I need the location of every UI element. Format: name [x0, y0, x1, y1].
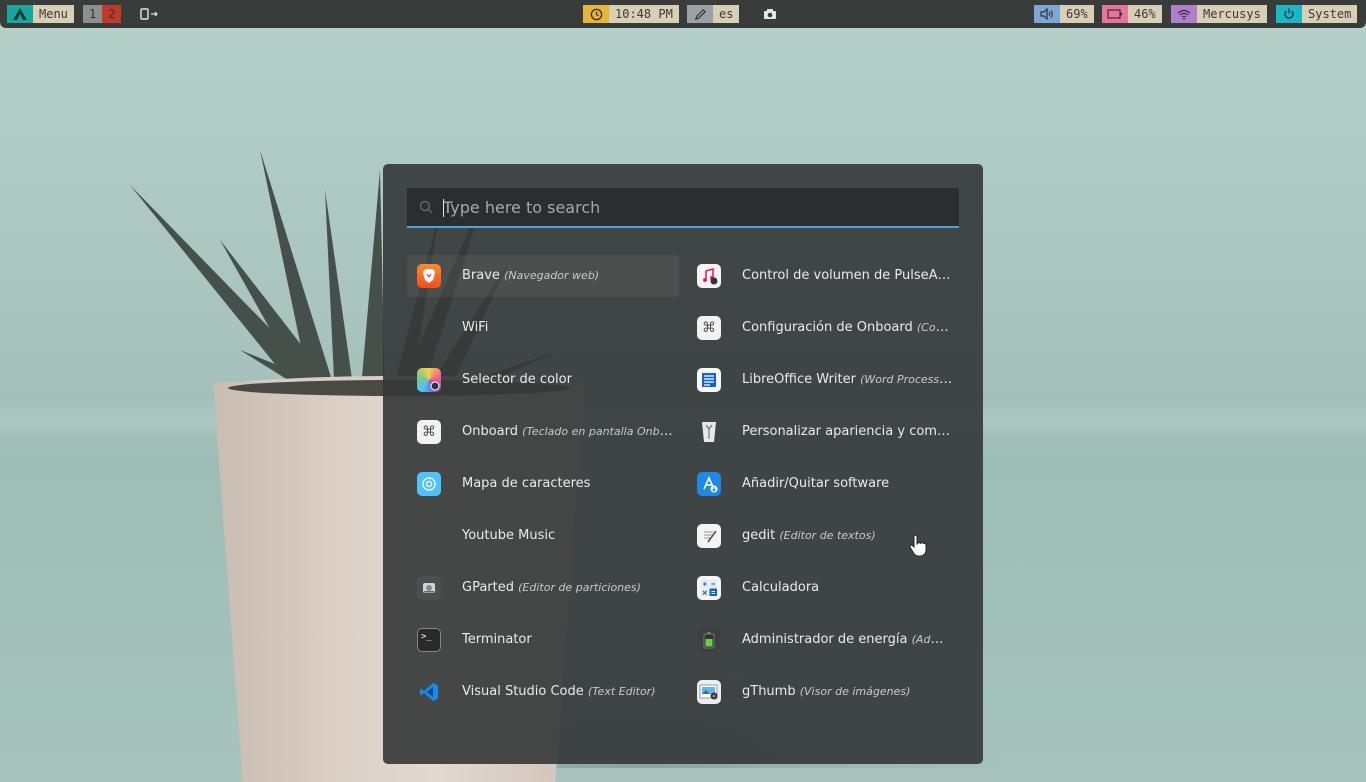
app-name: Administrador de energía — [742, 632, 908, 647]
brave-icon — [417, 264, 441, 288]
app-item-pulseaudio[interactable]: Control de volumen de PulseAu… — [687, 255, 959, 297]
menu-button[interactable]: Menu — [7, 5, 74, 23]
app-item-libreoffice-writer[interactable]: LibreOffice Writer (Word Processor) — [687, 359, 959, 401]
calculator-icon — [697, 576, 721, 600]
app-name: Terminator — [462, 632, 532, 647]
app-item-appearance[interactable]: Personalizar apariencia y compo… — [687, 411, 959, 453]
app-item-youtube-music[interactable]: Youtube Music — [407, 515, 679, 557]
app-name: Brave — [462, 268, 500, 283]
workspace-1[interactable]: 1 — [83, 5, 103, 23]
charmap-icon — [417, 472, 441, 496]
app-item-brave[interactable]: Brave (Navegador web) — [407, 255, 679, 297]
app-item-gthumb[interactable]: gThumb (Visor de imágenes) — [687, 671, 959, 713]
battery-level: 46% — [1128, 5, 1162, 23]
app-name: LibreOffice Writer — [742, 372, 856, 387]
power-icon — [1276, 5, 1302, 23]
power-manager-icon — [697, 628, 721, 652]
app-name: Control de volumen de PulseAu… — [742, 268, 954, 283]
writer-icon — [697, 368, 721, 392]
text-caret — [443, 199, 444, 217]
app-name: Visual Studio Code — [462, 684, 584, 699]
keyboard-layout-widget[interactable]: es — [687, 5, 740, 23]
app-name: Calculadora — [742, 580, 820, 595]
top-panel: Menu 1 2 10:48 PM es 69% 46% Mercusys Sy… — [0, 0, 1366, 28]
wifi-icon — [1171, 5, 1197, 23]
vscode-icon — [417, 680, 441, 704]
app-name: Configuración de Onboard — [742, 320, 913, 335]
arch-logo-icon — [7, 5, 33, 23]
pulseaudio-icon — [697, 264, 721, 288]
tablet-mode-toggle[interactable] — [139, 5, 161, 23]
app-desc: (Teclado en pantalla Onboard) — [522, 425, 674, 438]
volume-level: 69% — [1060, 5, 1094, 23]
keyboard-layout-label: es — [713, 5, 740, 23]
app-item-power-manager[interactable]: Administrador de energía (Admini… — [687, 619, 959, 661]
gthumb-icon — [697, 680, 721, 704]
wifi-network-name: Mercusys — [1197, 5, 1267, 23]
app-item-software[interactable]: Añadir/Quitar software — [687, 463, 959, 505]
app-item-onboard-settings[interactable]: ⌘ Configuración de Onboard (Config… — [687, 307, 959, 349]
clock-icon — [583, 5, 609, 23]
color-picker-icon — [417, 368, 441, 392]
hand-pointer-icon — [909, 534, 927, 557]
app-item-vscode[interactable]: Visual Studio Code (Text Editor) — [407, 671, 679, 713]
app-name: Youtube Music — [462, 528, 556, 543]
battery-icon — [1102, 5, 1128, 23]
app-name: WiFi — [462, 320, 489, 335]
app-name: Añadir/Quitar software — [742, 476, 890, 491]
app-item-color-picker[interactable]: Selector de color — [407, 359, 679, 401]
app-launcher: Brave (Navegador web) WiFi Selector de c… — [383, 164, 983, 764]
app-desc: (Word Processor) — [860, 373, 954, 386]
screenshot-button[interactable] — [760, 5, 780, 23]
app-name: GParted — [462, 580, 514, 595]
search-box — [407, 188, 959, 228]
app-item-onboard[interactable]: ⌘ Onboard (Teclado en pantalla Onboard) — [407, 411, 679, 453]
clock-time: 10:48 PM — [609, 5, 679, 23]
app-item-wifi[interactable]: WiFi — [407, 307, 679, 349]
app-name: gedit — [742, 528, 776, 543]
appearance-icon — [697, 420, 721, 444]
app-name: Personalizar apariencia y compo… — [742, 424, 954, 439]
tablet-icon — [139, 5, 161, 23]
battery-widget[interactable]: 46% — [1102, 5, 1162, 23]
workspace-switcher: 1 2 — [83, 5, 122, 23]
app-item-terminator[interactable]: >_ Terminator — [407, 619, 679, 661]
speaker-icon — [1034, 5, 1060, 23]
volume-widget[interactable]: 69% — [1034, 5, 1094, 23]
search-icon — [419, 199, 433, 218]
wifi-widget[interactable]: Mercusys — [1171, 5, 1267, 23]
system-label: System — [1302, 5, 1358, 23]
workspace-2[interactable]: 2 — [102, 5, 122, 23]
menu-label: Menu — [33, 5, 74, 23]
system-menu-button[interactable]: System — [1276, 5, 1358, 23]
app-desc: (Text Editor) — [587, 685, 656, 698]
app-item-charmap[interactable]: Mapa de caracteres — [407, 463, 679, 505]
app-desc: (Navegador web) — [504, 269, 600, 282]
terminal-icon: >_ — [417, 628, 441, 652]
gedit-icon — [697, 524, 721, 548]
app-desc: (Admini… — [911, 633, 954, 646]
app-desc: (Editor de particiones) — [518, 581, 641, 594]
app-item-calculator[interactable]: Calculadora — [687, 567, 959, 609]
gparted-icon — [417, 576, 441, 600]
app-name: Mapa de caracteres — [462, 476, 591, 491]
app-item-gparted[interactable]: GParted (Editor de particiones) — [407, 567, 679, 609]
camera-icon — [760, 5, 780, 23]
app-name: Onboard — [462, 424, 519, 439]
app-name: gThumb — [742, 684, 796, 699]
clock-widget[interactable]: 10:48 PM — [583, 5, 679, 23]
software-icon — [697, 472, 721, 496]
app-desc: (Visor de imágenes) — [799, 685, 911, 698]
pencil-icon — [687, 5, 713, 23]
app-desc: (Config… — [916, 321, 954, 334]
onboard-settings-icon: ⌘ — [697, 316, 721, 340]
app-name: Selector de color — [462, 372, 572, 387]
search-input[interactable] — [443, 188, 943, 226]
app-desc: (Editor de textos) — [779, 529, 876, 542]
onboard-icon: ⌘ — [417, 420, 441, 444]
